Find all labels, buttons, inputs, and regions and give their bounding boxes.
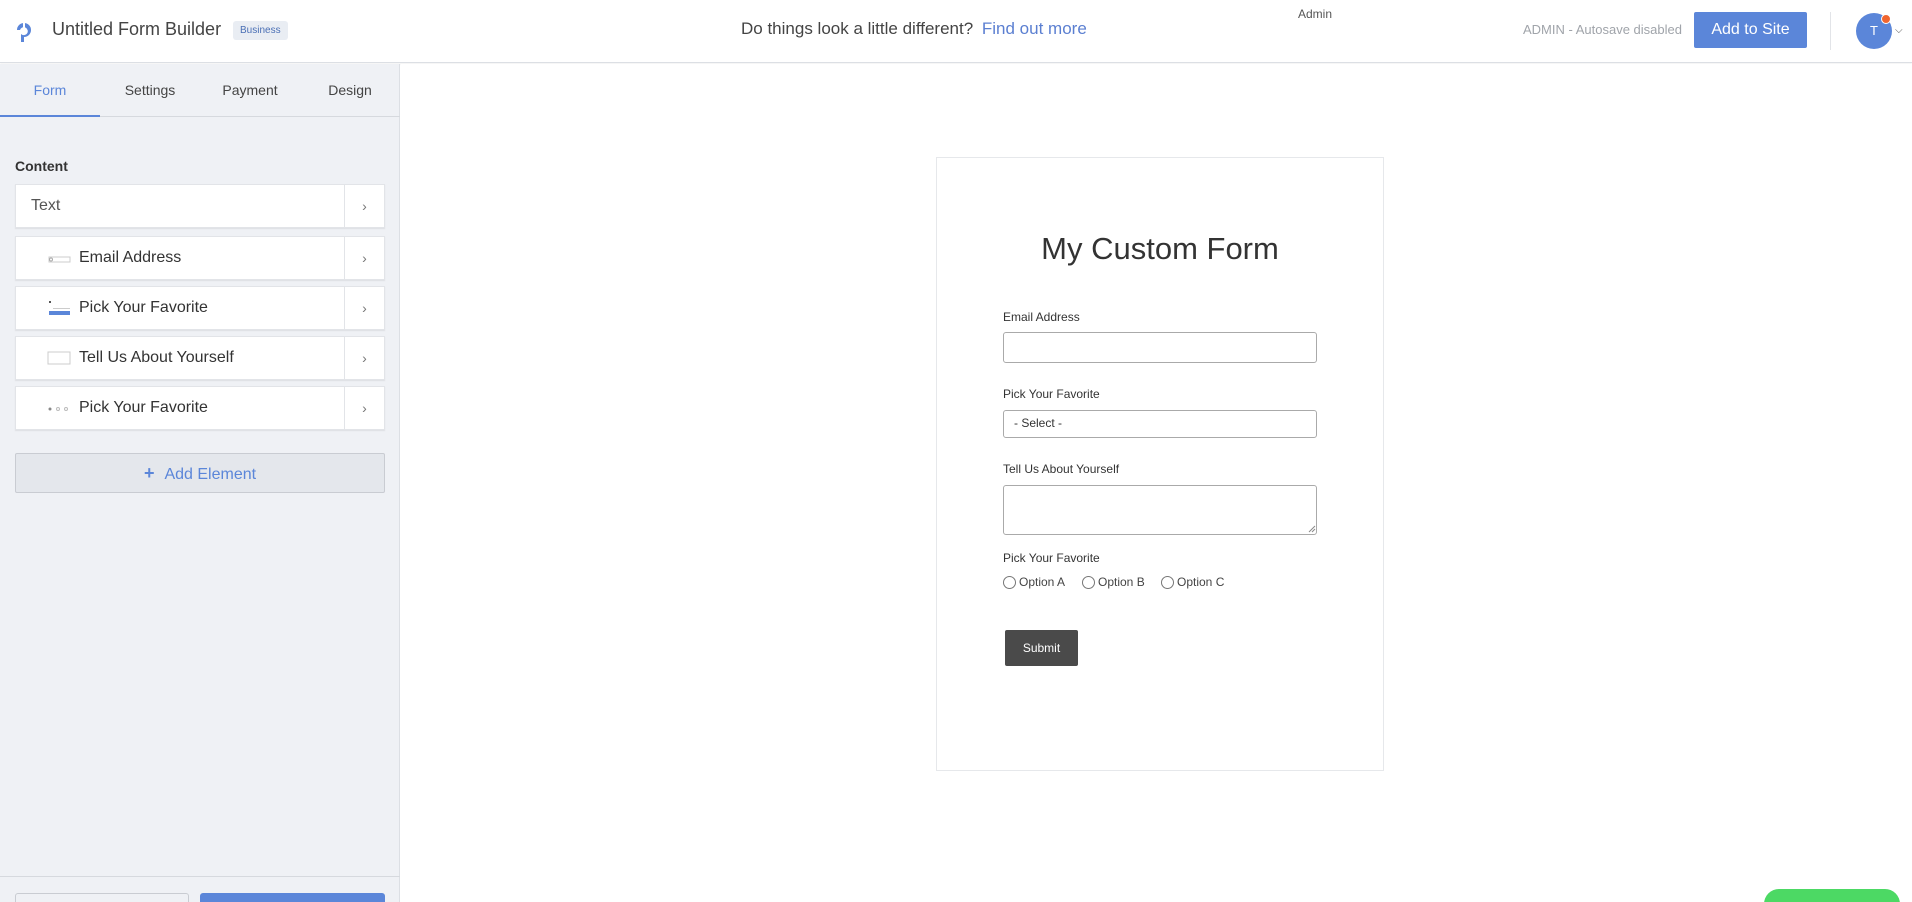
add-element-label: Add Element [164, 466, 257, 483]
element-label: Pick Your Favorite [79, 299, 208, 316]
add-element-button[interactable]: + Add Element [15, 453, 385, 493]
chevron-right-icon[interactable]: › [344, 387, 384, 429]
element-row-text[interactable]: Text › [15, 184, 385, 228]
textarea-label: Tell Us About Yourself [1003, 462, 1120, 476]
element-label: Text [31, 197, 61, 214]
notice-text: Do things look a little different? [741, 19, 974, 38]
admin-label: Admin [1298, 7, 1333, 21]
sidebar-secondary-button[interactable] [15, 893, 189, 902]
radio-label-b[interactable]: Option B [1098, 575, 1145, 589]
chevron-right-icon[interactable]: › [344, 237, 384, 279]
content-heading: Content [15, 158, 68, 174]
radio-label-c[interactable]: Option C [1177, 575, 1224, 589]
resize-handle-icon[interactable] [1308, 525, 1316, 533]
select-value: - Select - [1014, 416, 1063, 430]
textarea-icon [47, 351, 71, 365]
element-label: Email Address [79, 249, 182, 266]
element-row-radio[interactable]: Pick Your Favorite › [15, 386, 385, 430]
chat-widget-button[interactable] [1764, 889, 1900, 902]
radio-group-label: Pick Your Favorite [1003, 551, 1100, 565]
tab-settings[interactable]: Settings [100, 64, 200, 117]
top-bar: Untitled Form Builder Business Do things… [0, 0, 1912, 63]
form-title[interactable]: My Custom Form [936, 231, 1384, 267]
element-label: Pick Your Favorite [79, 399, 208, 416]
chevron-right-icon[interactable]: › [344, 287, 384, 329]
dropdown-icon [49, 301, 70, 315]
about-textarea[interactable] [1003, 485, 1317, 535]
sidebar: Form Settings Payment Design Content Tex… [0, 64, 400, 902]
tab-form[interactable]: Form [0, 64, 100, 117]
sidebar-primary-button[interactable] [200, 893, 385, 902]
submit-button[interactable]: Submit [1005, 630, 1078, 666]
sidebar-tabs: Form Settings Payment Design [0, 64, 400, 117]
update-notice: Do things look a little different? Find … [741, 19, 1087, 39]
app-logo-icon[interactable] [14, 18, 34, 42]
element-row-dropdown[interactable]: Pick Your Favorite › [15, 286, 385, 330]
radio-label-a[interactable]: Option A [1019, 575, 1065, 589]
email-field[interactable] [1003, 332, 1317, 363]
autosave-status: ADMIN - Autosave disabled [1523, 22, 1682, 37]
element-label: Tell Us About Yourself [79, 349, 234, 366]
notification-dot [1881, 14, 1891, 24]
select-label: Pick Your Favorite [1003, 387, 1100, 401]
email-label: Email Address [1003, 310, 1080, 324]
element-row-textarea[interactable]: Tell Us About Yourself › [15, 336, 385, 380]
plus-icon: + [143, 463, 155, 483]
element-row-email[interactable]: Email Address › [15, 236, 385, 280]
tab-design[interactable]: Design [300, 64, 400, 117]
find-out-more-link[interactable]: Find out more [982, 19, 1087, 38]
radio-option-c[interactable] [1161, 576, 1174, 589]
add-to-site-button[interactable]: Add to Site [1694, 12, 1807, 48]
text-input-icon [48, 256, 71, 263]
radio-group-icon [48, 407, 68, 411]
form-title-header[interactable]: Untitled Form Builder [52, 19, 221, 40]
chevron-right-icon[interactable]: › [344, 337, 384, 379]
chevron-down-icon[interactable]: ⌵ [1895, 25, 1903, 36]
chevron-right-icon[interactable]: › [344, 185, 384, 227]
header-divider [1830, 12, 1831, 50]
plan-badge: Business [233, 21, 288, 40]
radio-option-b[interactable] [1082, 576, 1095, 589]
tab-payment[interactable]: Payment [200, 64, 300, 117]
radio-option-a[interactable] [1003, 576, 1016, 589]
